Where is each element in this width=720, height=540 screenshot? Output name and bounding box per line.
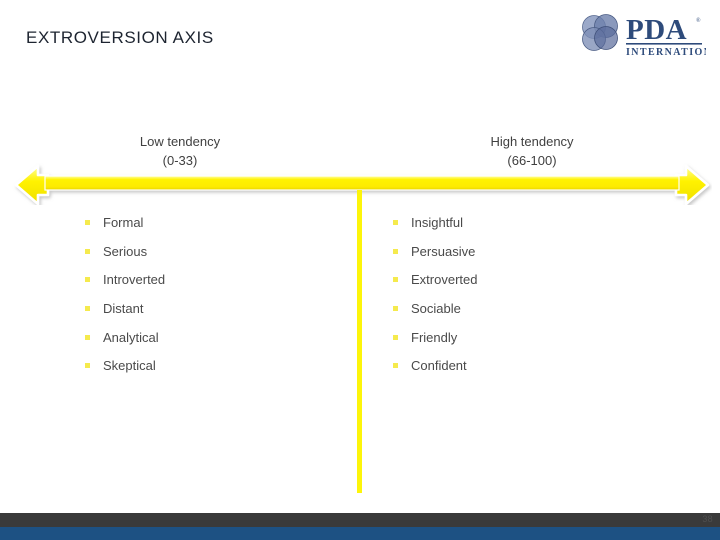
double-headed-arrow-icon bbox=[12, 163, 712, 205]
trait-label: Persuasive bbox=[411, 243, 476, 259]
trait-label: Insightful bbox=[411, 214, 464, 230]
logo-circles-icon bbox=[582, 14, 618, 51]
trait-list-low: Formal Serious Introverted Distant Analy… bbox=[80, 208, 350, 380]
trait-label: Extroverted bbox=[411, 272, 478, 288]
logo-secondary-text: INTERNATIONAL bbox=[626, 47, 706, 58]
bullet-square-icon bbox=[393, 248, 398, 254]
footer-dark-bar bbox=[0, 513, 720, 527]
list-item: Serious bbox=[80, 237, 350, 266]
bullet-square-icon bbox=[393, 334, 398, 340]
list-item: Introverted bbox=[80, 265, 350, 294]
trait-list-high: Insightful Persuasive Extroverted Sociab… bbox=[388, 208, 658, 380]
axis-label-low-heading: Low tendency bbox=[139, 134, 221, 149]
list-item: Distant bbox=[80, 294, 350, 323]
list-item: Confident bbox=[388, 351, 658, 380]
logo-trademark-icon: ® bbox=[696, 17, 701, 24]
list-item: Friendly bbox=[388, 323, 658, 352]
logo-primary-text: PDA bbox=[626, 14, 687, 46]
footer-blue-bar bbox=[0, 527, 720, 540]
trait-label: Confident bbox=[411, 358, 467, 374]
bullet-square-icon bbox=[85, 363, 90, 369]
arrow-head-right-icon bbox=[674, 164, 710, 205]
arrow-head-left-icon bbox=[14, 164, 50, 205]
trait-label: Analytical bbox=[103, 329, 159, 345]
list-item: Extroverted bbox=[388, 265, 658, 294]
page-number: 38 bbox=[702, 514, 713, 524]
list-item: Analytical bbox=[80, 323, 350, 352]
trait-label: Sociable bbox=[411, 300, 461, 316]
pda-international-logo: PDA ® INTERNATIONAL bbox=[574, 10, 706, 62]
trait-label: Distant bbox=[103, 300, 144, 316]
page-title: EXTROVERSION AXIS bbox=[26, 28, 214, 47]
list-item: Skeptical bbox=[80, 351, 350, 380]
bullet-square-icon bbox=[393, 277, 398, 283]
list-item: Formal bbox=[80, 208, 350, 237]
axis-label-high-heading: High tendency bbox=[490, 134, 574, 149]
list-item: Sociable bbox=[388, 294, 658, 323]
slide-canvas: EXTROVERSION AXIS PDA ® INTERNATIONAL Lo… bbox=[0, 0, 720, 540]
bullet-square-icon bbox=[85, 334, 90, 340]
vertical-divider bbox=[357, 190, 362, 493]
bullet-square-icon bbox=[393, 305, 398, 311]
trait-label: Skeptical bbox=[103, 358, 156, 374]
bullet-square-icon bbox=[85, 277, 90, 283]
arrow-shaft bbox=[44, 175, 680, 191]
bullet-square-icon bbox=[85, 305, 90, 311]
trait-label: Serious bbox=[103, 243, 148, 259]
trait-label: Friendly bbox=[411, 329, 458, 345]
bullet-square-icon bbox=[393, 363, 398, 369]
bullet-square-icon bbox=[85, 248, 90, 254]
trait-label: Introverted bbox=[103, 272, 166, 288]
list-item: Insightful bbox=[388, 208, 658, 237]
list-item: Persuasive bbox=[388, 237, 658, 266]
bullet-square-icon bbox=[393, 219, 398, 225]
bullet-square-icon bbox=[85, 219, 90, 225]
trait-label: Formal bbox=[103, 214, 144, 230]
